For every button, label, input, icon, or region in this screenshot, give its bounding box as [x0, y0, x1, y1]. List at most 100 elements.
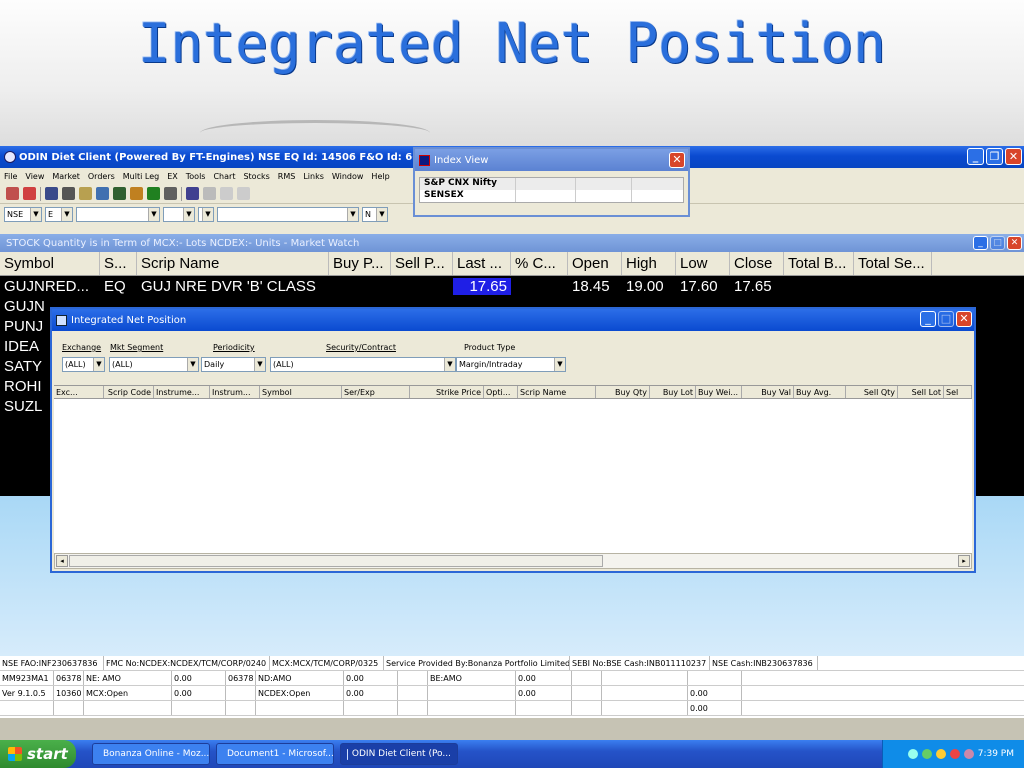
col-scrip-name[interactable]: Scrip Name: [137, 252, 329, 275]
close-button[interactable]: ✕: [956, 311, 972, 327]
inp-grid-body[interactable]: [54, 399, 972, 553]
series-select[interactable]: N ▼: [362, 206, 388, 222]
clock[interactable]: 7:39 PM: [978, 749, 1014, 759]
scroll-right-icon[interactable]: ▸: [958, 555, 970, 567]
menu-help[interactable]: Help: [371, 172, 389, 181]
col-ser-exp[interactable]: Ser/Exp: [342, 386, 410, 398]
col-total-sell[interactable]: Total Se...: [854, 252, 932, 275]
delete-icon[interactable]: [237, 187, 250, 200]
col-strike-price[interactable]: Strike Price: [410, 386, 484, 398]
col-high[interactable]: High: [622, 252, 676, 275]
scroll-left-icon[interactable]: ◂: [56, 555, 68, 567]
market-watch-titlebar[interactable]: STOCK Quantity is in Term of MCX:- Lots …: [0, 234, 1024, 252]
col-sell-lot[interactable]: Sell Lot: [898, 386, 944, 398]
col-symbol[interactable]: Symbol: [260, 386, 342, 398]
close-button[interactable]: ✕: [1007, 236, 1022, 250]
inp-titlebar[interactable]: Integrated Net Position _ □ ✕: [52, 309, 974, 331]
col-buy-qty[interactable]: Buy Qty: [596, 386, 650, 398]
security-icon[interactable]: [935, 749, 946, 759]
segment-select[interactable]: E ▼: [45, 206, 73, 222]
save-icon[interactable]: [45, 187, 58, 200]
close-button[interactable]: ✕: [1005, 148, 1022, 165]
tools-icon[interactable]: [164, 187, 177, 200]
product-select[interactable]: Margin/Intraday ▼: [456, 357, 566, 372]
col-buy-avg[interactable]: Buy Avg.: [794, 386, 846, 398]
col-option-type[interactable]: Opti...: [484, 386, 518, 398]
chart-icon[interactable]: [147, 187, 160, 200]
segment-select[interactable]: (ALL) ▼: [109, 357, 199, 372]
col-instrument-type[interactable]: Instrum...: [210, 386, 260, 398]
undo-icon[interactable]: [203, 187, 216, 200]
volume-icon[interactable]: [963, 749, 974, 759]
list-item[interactable]: S&P CNX Nifty: [420, 178, 683, 190]
start-button[interactable]: start: [0, 740, 76, 768]
task-document1[interactable]: Document1 - Microsof...: [216, 743, 334, 765]
col-low[interactable]: Low: [676, 252, 730, 275]
close-button[interactable]: ✕: [669, 152, 685, 168]
menu-ex[interactable]: EX: [167, 172, 178, 181]
menu-rms[interactable]: RMS: [278, 172, 296, 181]
instrument-select[interactable]: ▼: [76, 206, 160, 222]
network-icon[interactable]: [907, 749, 918, 759]
print-icon[interactable]: [62, 187, 75, 200]
col-instrument[interactable]: Instrume...: [154, 386, 210, 398]
position-icon[interactable]: [130, 187, 143, 200]
maximize-button[interactable]: □: [938, 311, 954, 327]
periodicity-select[interactable]: Daily ▼: [201, 357, 266, 372]
menu-stocks[interactable]: Stocks: [243, 172, 269, 181]
task-bonanza[interactable]: Bonanza Online - Moz...: [92, 743, 210, 765]
exchange-select[interactable]: NSE ▼: [4, 206, 42, 222]
menu-view[interactable]: View: [25, 172, 44, 181]
col-open[interactable]: Open: [568, 252, 622, 275]
col-pct-change[interactable]: % C...: [511, 252, 568, 275]
exchange-select[interactable]: (ALL) ▼: [62, 357, 105, 372]
menu-links[interactable]: Links: [303, 172, 324, 181]
col-close[interactable]: Close: [730, 252, 784, 275]
menu-market[interactable]: Market: [52, 172, 80, 181]
col-scrip-name[interactable]: Scrip Name: [518, 386, 596, 398]
menu-multileg[interactable]: Multi Leg: [123, 172, 159, 181]
expiry-select[interactable]: ▼: [217, 206, 359, 222]
minimize-button[interactable]: _: [967, 148, 984, 165]
menu-chart[interactable]: Chart: [213, 172, 235, 181]
col-last[interactable]: Last ...: [453, 252, 511, 275]
col-series[interactable]: S...: [100, 252, 137, 275]
scroll-thumb[interactable]: [69, 555, 603, 567]
sell-icon[interactable]: [23, 187, 36, 200]
menu-file[interactable]: File: [4, 172, 17, 181]
index-view-titlebar[interactable]: Index View ✕: [415, 149, 688, 171]
col-buy-weight[interactable]: Buy Wei...: [696, 386, 742, 398]
open-icon[interactable]: [79, 187, 92, 200]
menu-orders[interactable]: Orders: [88, 172, 115, 181]
antivirus-icon[interactable]: [949, 749, 960, 759]
col-exchange[interactable]: Exc...: [54, 386, 104, 398]
cut-icon[interactable]: [220, 187, 233, 200]
security-select[interactable]: (ALL) ▼: [270, 357, 456, 372]
col-total-buy[interactable]: Total B...: [784, 252, 854, 275]
restore-button[interactable]: ❐: [986, 148, 1003, 165]
orderbook-icon[interactable]: [96, 187, 109, 200]
tradebook-icon[interactable]: [113, 187, 126, 200]
col-scrip-code[interactable]: Scrip Code: [104, 386, 154, 398]
maximize-button[interactable]: □: [990, 236, 1005, 250]
col-buy-val[interactable]: Buy Val: [742, 386, 794, 398]
menu-tools[interactable]: Tools: [186, 172, 206, 181]
buy-icon[interactable]: [6, 187, 19, 200]
col-buy-price[interactable]: Buy P...: [329, 252, 391, 275]
task-odin[interactable]: ODIN Diet Client (Po...: [340, 743, 458, 765]
horizontal-scrollbar[interactable]: ◂ ▸: [54, 553, 972, 569]
minimize-button[interactable]: _: [973, 236, 988, 250]
col-sell-qty[interactable]: Sell Qty: [846, 386, 898, 398]
list-item[interactable]: SENSEX: [420, 190, 683, 202]
table-row[interactable]: GUJNRED... EQ GUJ NRE DVR 'B' CLASS 17.6…: [0, 276, 1024, 296]
symbol-select[interactable]: ▼: [163, 206, 195, 222]
calculator-icon[interactable]: [186, 187, 199, 200]
menu-window[interactable]: Window: [332, 172, 364, 181]
col-sell-more[interactable]: Sel: [944, 386, 972, 398]
col-buy-lot[interactable]: Buy Lot: [650, 386, 696, 398]
minimize-button[interactable]: _: [920, 311, 936, 327]
update-icon[interactable]: [921, 749, 932, 759]
type-select[interactable]: ▼: [198, 206, 214, 222]
col-sell-price[interactable]: Sell P...: [391, 252, 453, 275]
col-symbol[interactable]: Symbol: [0, 252, 100, 275]
